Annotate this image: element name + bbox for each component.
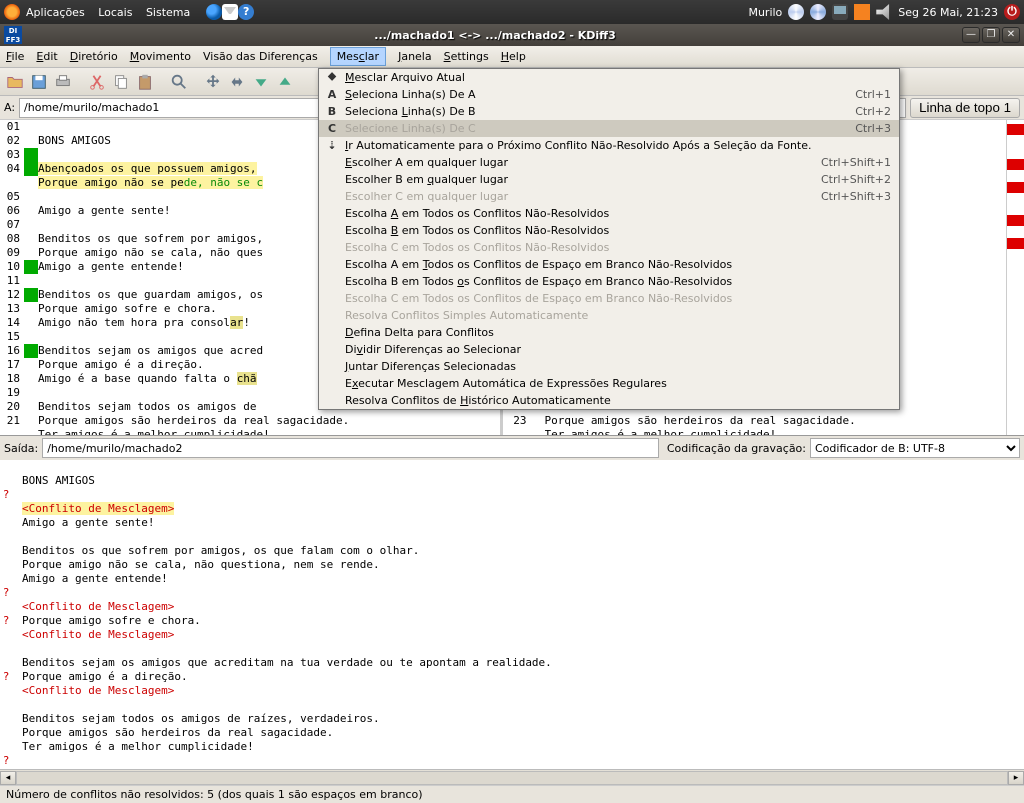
output-code[interactable]: BONS AMIGOS <Conflito de Mesclagem> Amig… [22, 460, 1024, 769]
menu-diff-view[interactable]: Visão das Diferenças [203, 50, 318, 63]
open-button[interactable] [4, 71, 26, 93]
menu-places[interactable]: Locais [98, 6, 132, 19]
paste-button[interactable] [134, 71, 156, 93]
menubar: File Edit Diretório Movimento Visão das … [0, 46, 1024, 68]
menu-choose-c-unresolved: Escolha C em Todos os Conflitos Não-Reso… [319, 239, 899, 256]
system-menus: Aplicações Locais Sistema [26, 6, 200, 19]
display-icon[interactable] [832, 4, 848, 20]
window-title: .../machado1 <-> .../machado2 - KDiff3 [28, 29, 962, 42]
menu-select-c: CSelecione Linha(s) De CCtrl+3 [319, 120, 899, 137]
menu-merge-current[interactable]: ⯁Mesclar Arquivo Atual [319, 69, 899, 86]
nav-icon-2[interactable] [226, 71, 248, 93]
save-button[interactable] [28, 71, 50, 93]
down-arrow-button[interactable] [250, 71, 272, 93]
up-arrow-button[interactable] [274, 71, 296, 93]
user-name[interactable]: Murilo [748, 6, 782, 19]
menu-movement[interactable]: Movimento [130, 50, 191, 63]
overview-ruler[interactable] [1006, 120, 1024, 435]
clock[interactable]: Seg 26 Mai, 21:23 [898, 6, 998, 19]
menu-applications[interactable]: Aplicações [26, 6, 85, 19]
menu-set-delta[interactable]: Defina Delta para Conflitos [319, 324, 899, 341]
window-titlebar: DIFF3 .../machado1 <-> .../machado2 - KD… [0, 24, 1024, 46]
menu-select-a[interactable]: ASeleciona Linha(s) De ACtrl+1 [319, 86, 899, 103]
gnome-top-panel: Aplicações Locais Sistema ? Murilo Seg 2… [0, 0, 1024, 24]
output-path-input[interactable] [42, 438, 659, 458]
merge-output: ? ? ? ? ? BONS AMIGOS <Conflito de Mescl… [0, 460, 1024, 769]
menu-settings[interactable]: Settings [444, 50, 489, 63]
statusbar: Número de conflitos não resolvidos: 5 (d… [0, 785, 1024, 803]
menu-choose-a-unresolved[interactable]: Escolha A em Todos os Conflitos Não-Reso… [319, 205, 899, 222]
volume-icon[interactable] [876, 4, 892, 20]
menu-system[interactable]: Sistema [146, 6, 190, 19]
menu-history-conflicts[interactable]: Resolva Conflitos de Histórico Automatic… [319, 392, 899, 409]
horizontal-scrollbar[interactable]: ◂ ▸ [0, 769, 1024, 785]
update-icon[interactable] [788, 4, 804, 20]
saida-label: Saída: [4, 442, 38, 455]
copy-button[interactable] [110, 71, 132, 93]
scroll-track[interactable] [16, 771, 1008, 785]
disc-icon[interactable] [810, 4, 826, 20]
minimize-button[interactable]: — [962, 27, 980, 43]
menu-auto-next[interactable]: ⇣Ir Automaticamente para o Próximo Confl… [319, 137, 899, 154]
output-path-row: Saída: Codificação da gravação: Codifica… [0, 436, 1024, 460]
scroll-left-arrow[interactable]: ◂ [0, 771, 16, 785]
menu-help[interactable]: Help [501, 50, 526, 63]
menu-file[interactable]: File [6, 50, 24, 63]
print-button[interactable] [52, 71, 74, 93]
merge-menu-dropdown: ⯁Mesclar Arquivo Atual ASeleciona Linha(… [318, 68, 900, 410]
a-label: A: [4, 101, 15, 114]
menu-window[interactable]: Janela [398, 50, 432, 63]
encoding-label: Codificação da gravação: [667, 442, 806, 455]
gutter-left [24, 120, 38, 435]
menu-merge[interactable]: Mesclar [330, 47, 386, 66]
menu-resolve-simple: Resolva Conflitos Simples Automaticament… [319, 307, 899, 324]
close-button[interactable]: ✕ [1002, 27, 1020, 43]
menu-choose-a-whitespace[interactable]: Escolha A em Todos os Conflitos de Espaç… [319, 256, 899, 273]
menu-choose-b-whitespace[interactable]: Escolha B em Todos os Conflitos de Espaç… [319, 273, 899, 290]
maximize-button[interactable]: ❐ [982, 27, 1000, 43]
menu-split-diff[interactable]: Dividir Diferenças ao Selecionar [319, 341, 899, 358]
output-gutter: ? ? ? ? ? [0, 460, 14, 769]
topline-button[interactable]: Linha de topo 1 [910, 98, 1020, 118]
menu-choose-b-unresolved[interactable]: Escolha B em Todos os Conflitos Não-Reso… [319, 222, 899, 239]
nav-icon-1[interactable] [202, 71, 224, 93]
kdiff3-app-icon: DIFF3 [4, 26, 22, 44]
line-numbers-left: 01020304 0506070809101112131415161718192… [0, 120, 24, 435]
menu-join-diff[interactable]: Juntar Diferenças Selecionadas [319, 358, 899, 375]
menu-regex-merge[interactable]: Executar Mesclagem Automática de Express… [319, 375, 899, 392]
menu-choose-b-everywhere[interactable]: Escolher B em qualquer lugarCtrl+Shift+2 [319, 171, 899, 188]
menu-directory[interactable]: Diretório [70, 50, 118, 63]
mail-icon[interactable] [222, 4, 238, 20]
help-icon[interactable]: ? [238, 4, 254, 20]
cut-button[interactable] [86, 71, 108, 93]
ubuntu-logo-icon[interactable] [4, 4, 20, 20]
menu-choose-c-whitespace: Escolha C em Todos os Conflitos de Espaç… [319, 290, 899, 307]
menu-edit[interactable]: Edit [36, 50, 57, 63]
search-button[interactable] [168, 71, 190, 93]
menu-select-b[interactable]: BSeleciona Linha(s) De BCtrl+2 [319, 103, 899, 120]
firefox-icon[interactable] [206, 4, 222, 20]
notify-icon[interactable] [854, 4, 870, 20]
menu-choose-c-everywhere: Escolher C em qualquer lugarCtrl+Shift+3 [319, 188, 899, 205]
encoding-select[interactable]: Codificador de B: UTF-8 [810, 438, 1020, 458]
power-icon[interactable]: ⏻ [1004, 4, 1020, 20]
scroll-right-arrow[interactable]: ▸ [1008, 771, 1024, 785]
menu-choose-a-everywhere[interactable]: Escolher A em qualquer lugarCtrl+Shift+1 [319, 154, 899, 171]
